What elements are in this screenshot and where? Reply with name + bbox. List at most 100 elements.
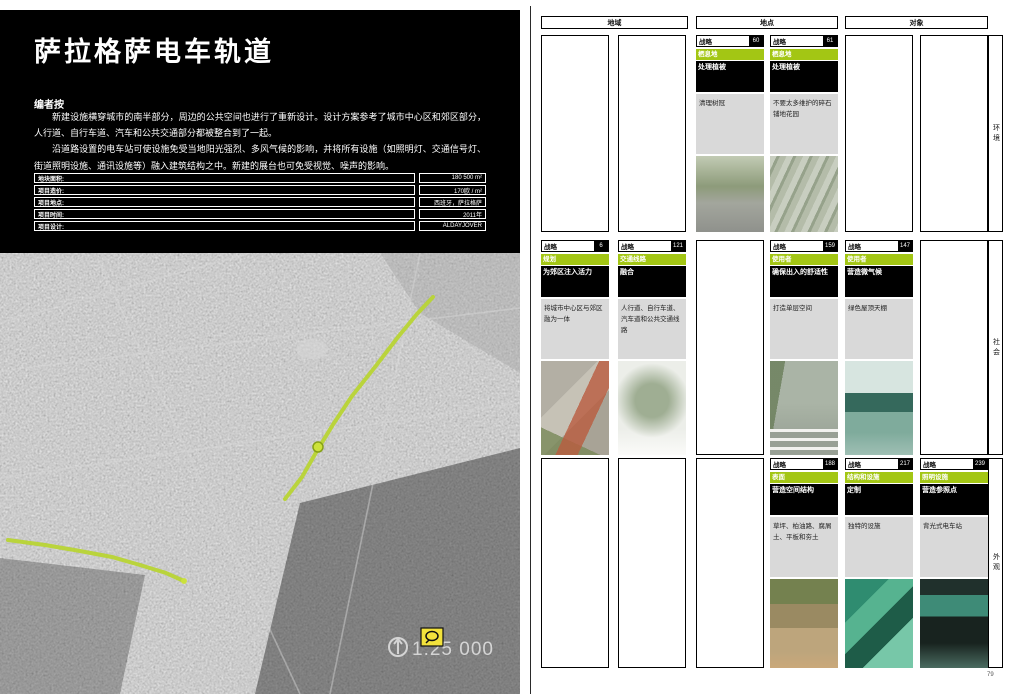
- map-stadium: [296, 339, 328, 359]
- strategy-title: 营造空间结构: [770, 484, 838, 515]
- strategy-description: 绿色屋顶天棚: [845, 299, 913, 359]
- strategy-description: 将城市中心区与郊区融为一体: [541, 299, 609, 359]
- strategy-card: 战略 6 规划 为郊区注入活力 将城市中心区与郊区融为一体: [541, 240, 609, 455]
- strategy-card: 战略 239 照明设施 营造参照点 背光式电车站: [920, 458, 988, 668]
- strategy-category: 表面: [770, 472, 838, 483]
- strategy-card-header: 战略 217: [845, 458, 913, 470]
- strategy-description: 不要太多维护的碎石铺地花园: [770, 94, 838, 154]
- strategy-card: 战略 121 交通线路 融合 人行道、自行车道、汽车道和公共交通线路: [618, 240, 686, 455]
- info-value: 2011年: [419, 209, 486, 219]
- strategy-label: 战略: [771, 241, 786, 251]
- empty-slot: [920, 35, 988, 232]
- info-label: 项目造价:: [34, 185, 415, 195]
- strategy-title: 处理植被: [696, 61, 764, 92]
- strategy-card-header: 战略 60: [696, 35, 764, 47]
- intro-paragraphs: 新建设施横穿城市的南半部分，周边的公共空间也进行了重新设计。设计方案参考了城市中…: [34, 109, 486, 174]
- strategy-number-badge: 239: [973, 459, 987, 469]
- info-table-row: 项目地点: 西班牙，萨拉格萨: [34, 197, 486, 207]
- strategy-card: 战略 159 使用者 确保出入的舒适性 打造单层空间: [770, 240, 838, 455]
- strategy-title: 融合: [618, 266, 686, 297]
- column-header-site: 地点: [696, 16, 838, 29]
- strategy-photo: [541, 361, 609, 455]
- map-dark-patch: [0, 558, 145, 694]
- strategy-card-header: 战略 239: [920, 458, 988, 470]
- strategy-card: 战略 147 使用者 营造微气候 绿色屋顶天棚: [845, 240, 913, 455]
- strategy-number-badge: 147: [898, 241, 912, 251]
- project-info-table: 地块面积: 180 500 m² 项目造价: 170欧 / m² 项目地点: 西…: [34, 173, 486, 233]
- strategy-card-header: 战略 147: [845, 240, 913, 252]
- empty-slot: [696, 240, 764, 455]
- strategy-category: 栖息地: [770, 49, 838, 60]
- strategy-photo: [920, 579, 988, 668]
- strategy-number-badge: 61: [823, 36, 837, 46]
- strategy-card: 战略 217 结构和设施 定制 独特的设施: [845, 458, 913, 668]
- empty-slot: [920, 240, 988, 455]
- info-label: 项目设计:: [34, 221, 415, 231]
- info-value: ALDAYJOVER: [419, 221, 486, 231]
- strategy-category: 栖息地: [696, 49, 764, 60]
- strategy-description: 清理树冠: [696, 94, 764, 154]
- empty-slot: [618, 458, 686, 668]
- strategy-number-badge: 188: [823, 459, 837, 469]
- empty-slot: [696, 458, 764, 668]
- strategy-number-badge: 6: [594, 241, 608, 251]
- strategy-card-header: 战略 61: [770, 35, 838, 47]
- strategy-card: 战略 188 表面 营造空间结构 草坪、柏油路、腐屑土、平板和夯土: [770, 458, 838, 668]
- empty-slot: [541, 458, 609, 668]
- strategy-number-badge: 60: [749, 36, 763, 46]
- strategy-description: 打造单层空间: [770, 299, 838, 359]
- strategy-number-badge: 121: [671, 241, 685, 251]
- strategy-photo: [770, 579, 838, 668]
- info-label: 项目地点:: [34, 197, 415, 207]
- satellite-map: 1:25 000: [0, 253, 520, 694]
- empty-slot: [618, 35, 686, 232]
- strategy-card-header: 战略 121: [618, 240, 686, 252]
- strategy-number-badge: 217: [898, 459, 912, 469]
- page-gutter-line: [530, 6, 531, 694]
- strategy-label: 战略: [846, 459, 861, 469]
- side-label-appearance: 外观: [988, 458, 1003, 668]
- strategy-description: 独特的设施: [845, 517, 913, 577]
- strategy-label: 战略: [846, 241, 861, 251]
- side-label-environment: 环境: [988, 35, 1003, 232]
- info-value: 西班牙，萨拉格萨: [419, 197, 486, 207]
- strategy-category: 结构和设施: [845, 472, 913, 483]
- project-header-panel: 萨拉格萨电车轨道 编者按 新建设施横穿城市的南半部分，周边的公共空间也进行了重新…: [0, 10, 520, 253]
- info-table-row: 项目时间: 2011年: [34, 209, 486, 219]
- strategy-number-badge: 159: [823, 241, 837, 251]
- info-table-row: 地块面积: 180 500 m²: [34, 173, 486, 183]
- strategy-photo: [770, 156, 838, 232]
- strategy-label: 战略: [697, 36, 712, 46]
- info-value: 170欧 / m²: [419, 185, 486, 195]
- page-number: 79: [987, 672, 994, 678]
- page-title: 萨拉格萨电车轨道: [34, 30, 274, 69]
- strategy-category: 规划: [541, 254, 609, 265]
- intro-paragraph: 新建设施横穿城市的南半部分，周边的公共空间也进行了重新设计。设计方案参考了城市中…: [34, 109, 486, 141]
- strategy-category: 照明设施: [920, 472, 988, 483]
- satellite-map-svg: 1:25 000: [0, 253, 520, 694]
- strategy-title: 营造参照点: [920, 484, 988, 515]
- strategy-matrix-page: 地域 地点 对象 战略 60 栖息地 处理植被 清理树冠 战略 61 栖息地 处…: [535, 0, 1018, 694]
- strategy-label: 战略: [619, 241, 634, 251]
- map-marker-badge: [421, 628, 443, 646]
- strategy-row: 战略 188 表面 营造空间结构 草坪、柏油路、腐屑土、平板和夯土 战略 217…: [535, 458, 988, 668]
- strategy-label: 战略: [771, 36, 786, 46]
- strategy-card: 战略 61 栖息地 处理植被 不要太多维护的碎石铺地花园: [770, 35, 838, 232]
- strategy-photo: [696, 156, 764, 232]
- intro-paragraph: 沿道路设置的电车站可使设施免受当地阳光强烈、多风气候的影响，并将所有设施（如照明…: [34, 141, 486, 173]
- strategy-label: 战略: [542, 241, 557, 251]
- strategy-title: 处理植被: [770, 61, 838, 92]
- strategy-photo: [770, 361, 838, 455]
- route-node-dot: [313, 442, 323, 452]
- strategy-title: 定制: [845, 484, 913, 515]
- info-table-row: 项目造价: 170欧 / m²: [34, 185, 486, 195]
- strategy-description: 背光式电车站: [920, 517, 988, 577]
- strategy-label: 战略: [921, 459, 936, 469]
- info-table-row: 项目设计: ALDAYJOVER: [34, 221, 486, 231]
- column-header-object: 对象: [845, 16, 988, 29]
- strategy-row: 战略 6 规划 为郊区注入活力 将城市中心区与郊区融为一体 战略 121 交通线…: [535, 240, 988, 455]
- info-label: 项目时间:: [34, 209, 415, 219]
- side-label-society: 社会: [988, 240, 1003, 455]
- empty-slot: [541, 35, 609, 232]
- strategy-title: 营造微气候: [845, 266, 913, 297]
